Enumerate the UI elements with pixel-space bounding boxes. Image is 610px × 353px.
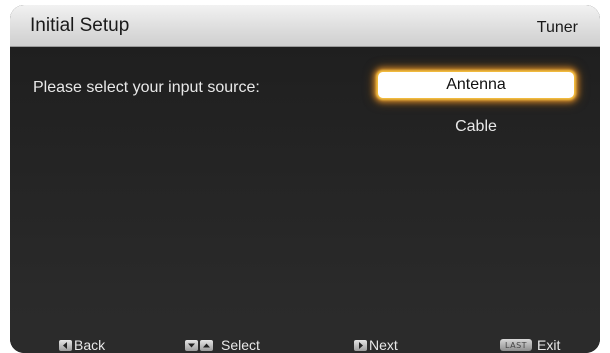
back-hint[interactable]: Back	[59, 336, 105, 353]
next-hint-label: Next	[369, 337, 398, 353]
main-panel: Please select your input source: Antenna…	[10, 47, 600, 319]
exit-hint-label: Exit	[537, 337, 561, 353]
left-arrow-key-icon	[59, 339, 72, 351]
input-source-prompt: Please select your input source:	[33, 79, 260, 96]
select-hint[interactable]: Select	[185, 336, 260, 353]
page-title: Initial Setup	[30, 15, 130, 36]
option-cable[interactable]: Cable	[378, 114, 574, 140]
exit-hint[interactable]: LAST Exit	[500, 336, 560, 353]
section-label: Tuner	[536, 19, 578, 36]
select-hint-label: Select	[221, 337, 260, 353]
back-hint-label: Back	[74, 337, 106, 353]
footer-hints-bar: Back Select Next LAST Exit	[10, 319, 600, 353]
option-antenna[interactable]: Antenna	[378, 72, 574, 98]
option-antenna-label: Antenna	[446, 76, 506, 93]
tv-setup-screen: Initial Setup Tuner Please select your i…	[10, 5, 600, 353]
last-key-icon: LAST	[500, 339, 532, 351]
right-arrow-key-icon	[354, 339, 367, 351]
header-bar: Initial Setup Tuner	[10, 5, 600, 47]
down-arrow-key-icon	[185, 339, 198, 351]
up-arrow-key-icon	[200, 339, 213, 351]
option-cable-label: Cable	[455, 118, 497, 135]
next-hint[interactable]: Next	[354, 336, 398, 353]
